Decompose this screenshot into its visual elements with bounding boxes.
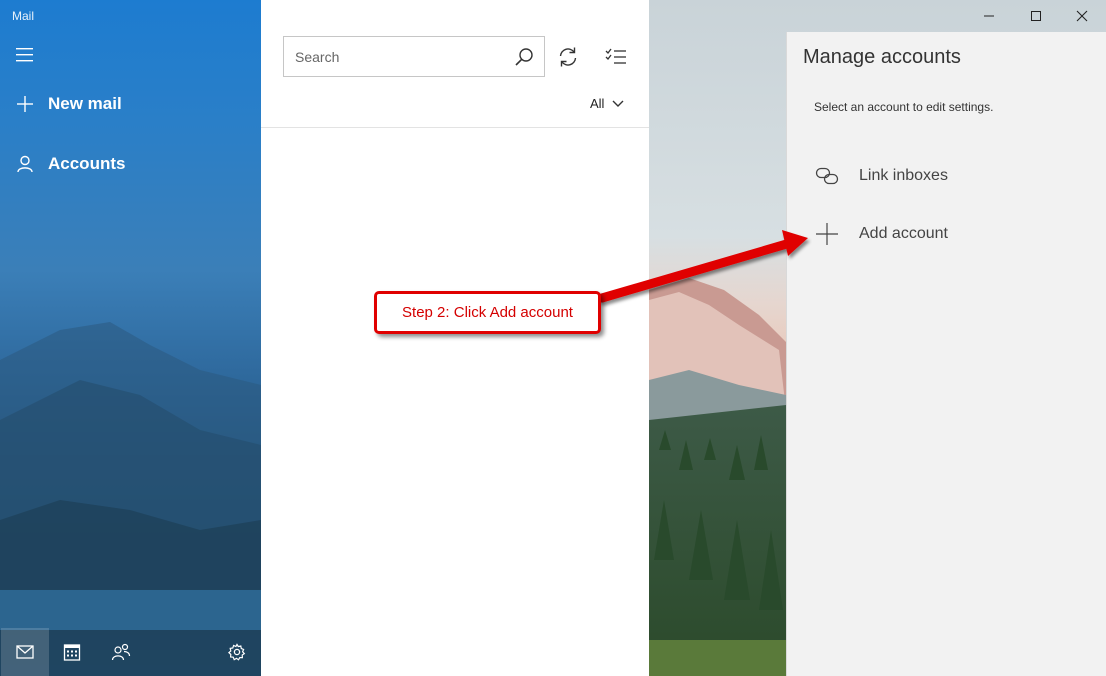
link-icon bbox=[787, 166, 859, 186]
filter-dropdown[interactable]: All bbox=[590, 96, 624, 111]
navigation-pane: Mail New mail Accounts bbox=[0, 0, 261, 676]
filter-label: All bbox=[590, 96, 605, 111]
annotation-callout: Step 2: Click Add account bbox=[374, 291, 601, 334]
panel-title: Manage accounts bbox=[803, 46, 961, 68]
list-divider bbox=[261, 127, 649, 128]
accounts-button[interactable]: Accounts bbox=[0, 144, 261, 184]
plus-icon bbox=[787, 222, 859, 246]
maximize-button[interactable] bbox=[1013, 0, 1059, 32]
gear-icon bbox=[228, 643, 246, 661]
calendar-icon bbox=[63, 644, 81, 661]
nav-bottom-bar bbox=[0, 628, 261, 676]
selection-mode-button[interactable] bbox=[599, 40, 633, 74]
panel-subtitle: Select an account to edit settings. bbox=[814, 100, 994, 114]
add-account-label: Add account bbox=[859, 225, 948, 242]
chevron-down-icon bbox=[612, 100, 624, 107]
manage-accounts-panel: Manage accounts Select an account to edi… bbox=[786, 32, 1106, 676]
app-title: Mail bbox=[12, 9, 35, 23]
link-inboxes-label: Link inboxes bbox=[859, 167, 948, 184]
maximize-icon bbox=[1031, 11, 1041, 21]
mail-icon bbox=[16, 645, 34, 659]
search-button[interactable] bbox=[504, 37, 544, 77]
message-list-pane: All bbox=[261, 0, 649, 676]
minimize-button[interactable] bbox=[966, 0, 1012, 32]
people-icon bbox=[111, 643, 131, 661]
search-icon bbox=[515, 47, 533, 66]
hamburger-icon bbox=[16, 48, 33, 62]
calendar-switch-button[interactable] bbox=[48, 628, 96, 676]
person-icon bbox=[0, 155, 48, 173]
new-mail-label: New mail bbox=[48, 94, 122, 113]
link-inboxes-item[interactable]: Link inboxes bbox=[787, 153, 1106, 199]
close-button[interactable] bbox=[1059, 0, 1105, 32]
search-box bbox=[283, 36, 545, 77]
add-account-item[interactable]: Add account bbox=[787, 211, 1106, 257]
close-icon bbox=[1076, 10, 1088, 22]
checklist-icon bbox=[605, 48, 626, 64]
search-input[interactable] bbox=[284, 37, 504, 76]
settings-button[interactable] bbox=[213, 628, 261, 676]
accounts-label: Accounts bbox=[48, 154, 126, 173]
sync-icon bbox=[559, 47, 577, 67]
plus-icon bbox=[0, 95, 48, 113]
mail-switch-button[interactable] bbox=[1, 628, 49, 676]
sync-button[interactable] bbox=[551, 40, 585, 74]
hamburger-menu-button[interactable] bbox=[16, 47, 34, 63]
minimize-icon bbox=[984, 15, 994, 17]
people-switch-button[interactable] bbox=[97, 628, 145, 676]
new-mail-button[interactable]: New mail bbox=[0, 84, 261, 124]
